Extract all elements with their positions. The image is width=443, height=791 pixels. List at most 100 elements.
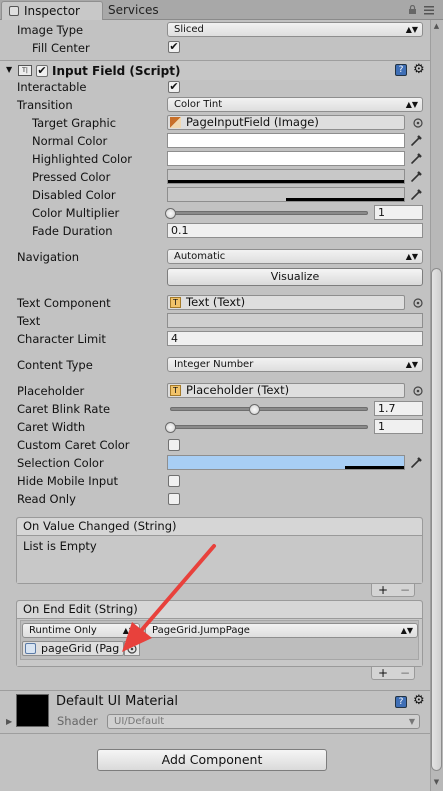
caret-width-slider[interactable] xyxy=(170,425,368,429)
alpha-bar xyxy=(286,198,404,201)
caret-width-input[interactable]: 1 xyxy=(374,419,423,434)
pressed-color-swatch[interactable] xyxy=(167,169,405,184)
shader-value: UI/Default xyxy=(114,716,165,727)
target-graphic-field[interactable]: PageInputField (Image) xyxy=(167,115,405,130)
component-enabled-checkbox[interactable]: ✔ xyxy=(36,65,48,77)
object-picker-icon[interactable] xyxy=(412,117,424,129)
navigation-dropdown[interactable]: Automatic ▲▼ xyxy=(167,249,423,264)
object-picker-icon[interactable] xyxy=(412,385,424,397)
slider-knob[interactable] xyxy=(165,422,176,433)
custom-caret-color-label: Custom Caret Color xyxy=(17,438,130,452)
transition-value: Color Tint xyxy=(174,99,223,110)
navigation-label: Navigation xyxy=(17,250,80,264)
add-listener-button[interactable]: + xyxy=(378,667,388,679)
scroll-up-icon[interactable]: ▲ xyxy=(431,22,442,32)
eyedropper-icon[interactable] xyxy=(410,133,424,147)
pressed-color-label: Pressed Color xyxy=(32,170,111,184)
object-picker-icon[interactable] xyxy=(412,297,424,309)
scroll-down-icon[interactable]: ▼ xyxy=(431,778,442,788)
text-component-field[interactable]: T Text (Text) xyxy=(167,295,405,310)
transition-dropdown[interactable]: Color Tint ▲▼ xyxy=(167,97,423,112)
color-multiplier-input[interactable]: 1 xyxy=(374,205,423,220)
custom-caret-color-checkbox[interactable] xyxy=(168,439,180,451)
fill-center-checkbox[interactable]: ✔ xyxy=(168,41,180,53)
chevron-down-icon: ▲▼ xyxy=(405,100,418,109)
gameobject-icon xyxy=(25,643,36,654)
read-only-checkbox[interactable] xyxy=(168,493,180,505)
interactable-label: Interactable xyxy=(17,80,87,94)
chevron-down-icon: ▼ xyxy=(408,717,415,726)
foldout-arrow-icon[interactable]: ▶ xyxy=(6,717,12,726)
gear-icon[interactable]: ⚙ xyxy=(413,62,425,77)
material-name: Default UI Material xyxy=(56,694,178,709)
chevron-down-icon: ▲▼ xyxy=(400,626,413,635)
add-listener-button[interactable]: + xyxy=(378,584,388,596)
menu-icon[interactable] xyxy=(424,6,434,15)
fade-duration-label: Fade Duration xyxy=(32,224,113,238)
hide-mobile-input-checkbox[interactable] xyxy=(168,475,180,487)
eyedropper-icon[interactable] xyxy=(410,169,424,183)
character-limit-label: Character Limit xyxy=(17,332,106,346)
interactable-checkbox[interactable]: ✔ xyxy=(168,81,180,93)
gear-icon[interactable]: ⚙ xyxy=(413,693,425,708)
read-only-label: Read Only xyxy=(17,492,76,506)
remove-listener-button[interactable]: − xyxy=(400,667,410,679)
eyedropper-icon[interactable] xyxy=(410,187,424,201)
selection-color-label: Selection Color xyxy=(17,456,104,470)
shader-dropdown[interactable]: UI/Default ▼ xyxy=(107,714,420,729)
color-multiplier-label: Color Multiplier xyxy=(32,206,120,220)
content-type-dropdown[interactable]: Integer Number ▲▼ xyxy=(167,357,423,372)
placeholder-field[interactable]: T Placeholder (Text) xyxy=(167,383,405,398)
shader-label: Shader xyxy=(57,714,98,728)
highlighted-color-label: Highlighted Color xyxy=(32,152,132,166)
material-preview xyxy=(16,694,49,727)
target-graphic-value: PageInputField (Image) xyxy=(186,115,319,129)
character-limit-input[interactable]: 4 xyxy=(167,331,423,346)
remove-listener-button[interactable]: − xyxy=(400,584,410,596)
text-label: Text xyxy=(17,314,41,328)
text-component-label: Text Component xyxy=(17,296,111,310)
eyedropper-icon[interactable] xyxy=(410,455,424,469)
alpha-bar xyxy=(168,180,404,183)
eyedropper-icon[interactable] xyxy=(410,151,424,165)
slider-knob[interactable] xyxy=(165,208,176,219)
on-value-changed-title: On Value Changed (String) xyxy=(17,518,422,536)
target-graphic-label: Target Graphic xyxy=(32,116,117,130)
component-title: Input Field (Script) xyxy=(52,64,181,78)
chevron-down-icon: ▲▼ xyxy=(405,25,418,34)
caret-width-label: Caret Width xyxy=(17,420,86,434)
tab-services[interactable]: Services xyxy=(108,1,159,20)
caret-blink-rate-input[interactable]: 1.7 xyxy=(374,401,423,416)
image-icon xyxy=(170,117,181,128)
disabled-color-label: Disabled Color xyxy=(32,188,116,202)
visualize-button[interactable]: Visualize xyxy=(167,268,423,286)
scrollbar-thumb[interactable] xyxy=(431,268,442,771)
help-icon[interactable]: ? xyxy=(395,696,407,708)
foldout-arrow-icon[interactable]: ▼ xyxy=(6,65,12,74)
selection-color-swatch[interactable] xyxy=(167,455,405,470)
lock-icon[interactable] xyxy=(408,5,417,14)
text-component-value: Text (Text) xyxy=(186,295,246,309)
caret-blink-rate-slider[interactable] xyxy=(170,407,368,411)
add-component-button[interactable]: Add Component xyxy=(97,749,327,771)
highlighted-color-swatch[interactable] xyxy=(167,151,405,166)
color-multiplier-slider[interactable] xyxy=(170,211,368,215)
placeholder-label: Placeholder xyxy=(17,384,85,398)
inspector-icon xyxy=(9,6,19,16)
disabled-color-swatch[interactable] xyxy=(167,187,405,202)
target-object-field[interactable]: pageGrid (Pag xyxy=(22,641,124,656)
fade-duration-input[interactable]: 0.1 xyxy=(167,223,423,238)
image-type-dropdown[interactable]: Sliced ▲▼ xyxy=(167,22,423,37)
event-list-controls: + − xyxy=(371,584,415,597)
tab-inspector[interactable]: Inspector xyxy=(1,1,103,20)
chevron-down-icon: ▲▼ xyxy=(405,360,418,369)
normal-color-swatch[interactable] xyxy=(167,133,405,148)
normal-color-label: Normal Color xyxy=(32,134,108,148)
help-icon[interactable]: ? xyxy=(395,64,407,76)
chevron-down-icon: ▲▼ xyxy=(405,252,418,261)
image-type-value: Sliced xyxy=(174,24,204,35)
text-input[interactable] xyxy=(167,313,423,328)
divider xyxy=(0,690,430,691)
image-type-label: Image Type xyxy=(17,23,84,37)
content-type-label: Content Type xyxy=(17,358,93,372)
